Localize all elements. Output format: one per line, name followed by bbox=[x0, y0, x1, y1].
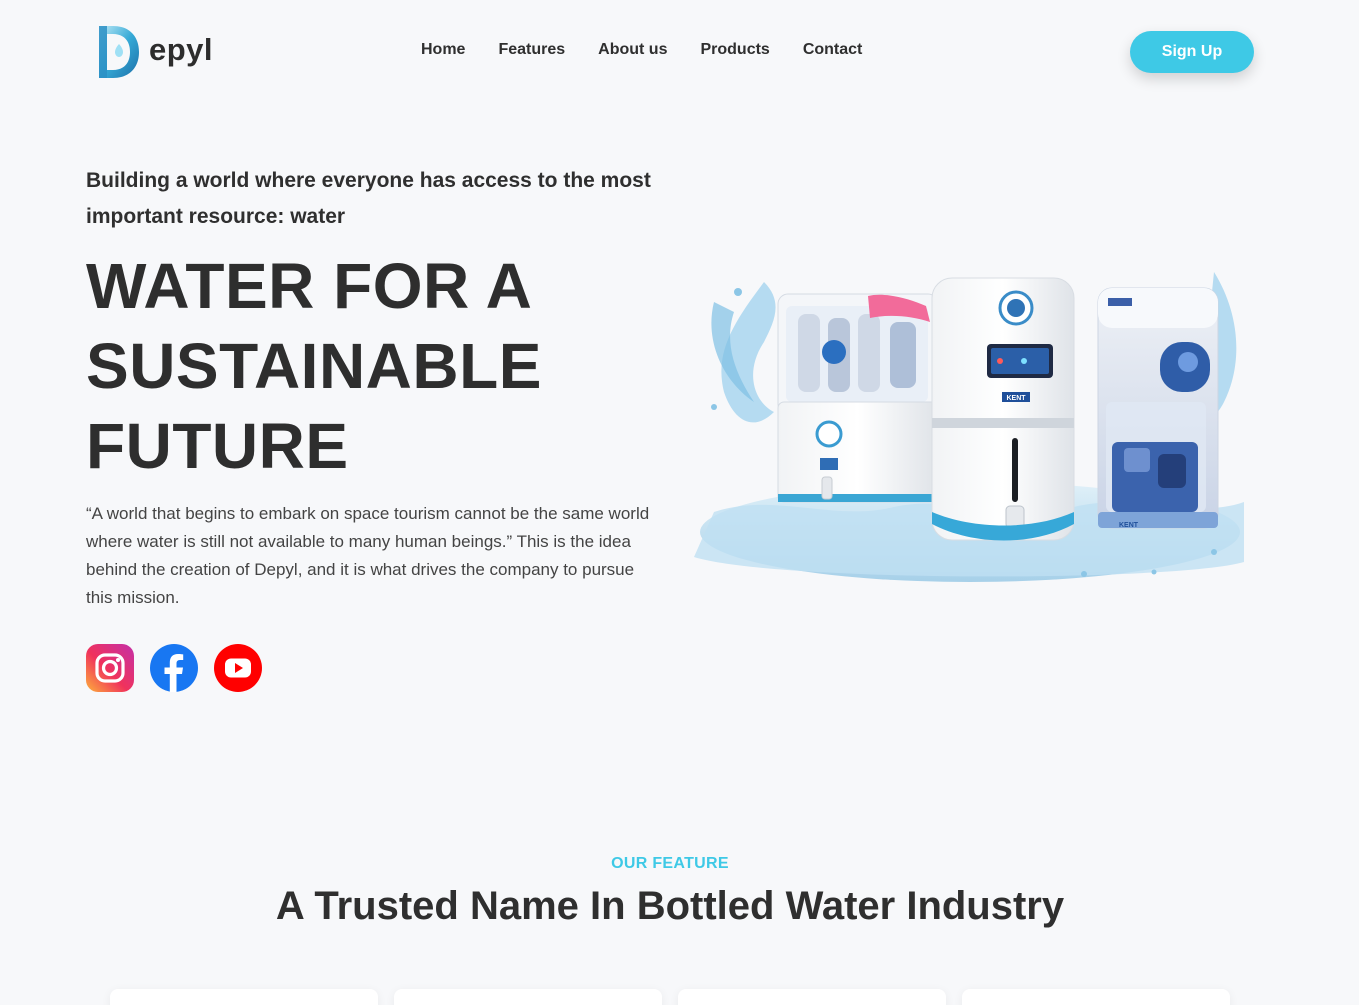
hero-tagline: Building a world where everyone has acce… bbox=[86, 169, 651, 228]
water-purifiers-image: KENT KENT bbox=[694, 272, 1244, 582]
feature-section-title: A Trusted Name In Bottled Water Industry bbox=[275, 884, 1065, 928]
feature-card-1[interactable] bbox=[110, 989, 378, 1005]
landing-page: epyl Home Features About us Products Con… bbox=[0, 0, 1359, 1005]
main-nav: Home Features About us Products Contact bbox=[421, 41, 895, 59]
feature-card-3[interactable] bbox=[678, 989, 946, 1005]
hero-description: “A world that begins to embark on space … bbox=[86, 504, 650, 607]
kent-label-right: KENT bbox=[1119, 522, 1139, 529]
hero-title: WATER FOR A SUSTAINABLE FUTURE bbox=[86, 246, 646, 486]
nav-features[interactable]: Features bbox=[498, 41, 565, 59]
nav-products[interactable]: Products bbox=[700, 41, 769, 59]
facebook-icon[interactable] bbox=[150, 644, 198, 692]
brand-logo[interactable]: epyl bbox=[95, 22, 213, 80]
feature-card-2[interactable] bbox=[394, 989, 662, 1005]
hero-title-line-2: SUSTAINABLE bbox=[86, 330, 542, 402]
nav-home[interactable]: Home bbox=[421, 41, 465, 59]
feature-card-4[interactable] bbox=[962, 989, 1230, 1005]
nav-contact[interactable]: Contact bbox=[803, 41, 863, 59]
youtube-icon[interactable] bbox=[214, 644, 262, 692]
nav-about-us[interactable]: About us bbox=[598, 41, 667, 59]
hero-title-line-1: WATER FOR A bbox=[86, 250, 533, 322]
hero-title-line-3: FUTURE bbox=[86, 410, 349, 482]
sign-up-button[interactable]: Sign Up bbox=[1130, 31, 1254, 73]
kent-label-middle: KENT bbox=[1006, 395, 1026, 402]
social-links bbox=[86, 644, 278, 692]
instagram-icon[interactable] bbox=[86, 644, 134, 692]
logo-d-mark-icon bbox=[99, 26, 139, 78]
brand-name: epyl bbox=[149, 32, 214, 67]
feature-kicker: OUR FEATURE bbox=[611, 855, 729, 872]
